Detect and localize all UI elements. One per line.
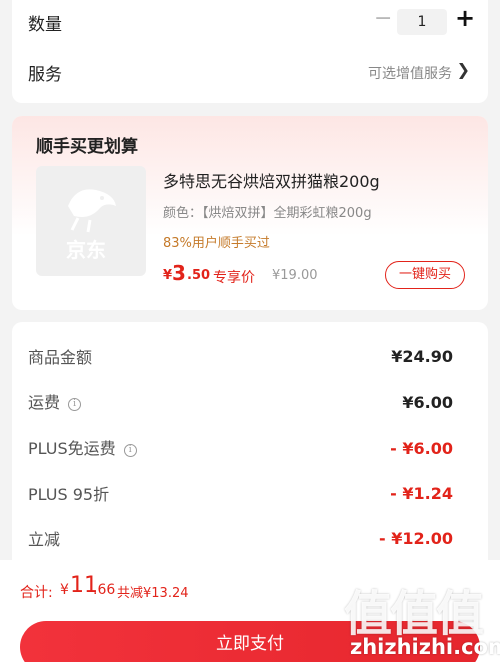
- quantity-field[interactable]: 1: [397, 9, 447, 35]
- amount-row-label: 运费 i: [28, 389, 82, 413]
- social-proof: 83%用户顺手买过: [163, 236, 270, 251]
- amount-row-label: 立减: [28, 526, 60, 550]
- amount-row-label: 商品金额: [28, 344, 92, 368]
- exclusive-price-tag: 专享价: [213, 270, 255, 286]
- product-variant: 颜色：【烘焙双拼】全期彩虹粮200g: [163, 206, 372, 221]
- info-icon[interactable]: i: [123, 444, 137, 457]
- total-decimal: .66: [93, 582, 116, 598]
- total-currency: ¥: [60, 582, 69, 598]
- plus-free-shipping-label: PLUS免运费: [28, 439, 116, 458]
- instant-discount-value: - ¥12.00: [379, 529, 453, 548]
- product-image[interactable]: 京东: [36, 166, 146, 276]
- add-on-promo-card: 顺手买更划算 京东 多特思无谷烘焙双拼猫粮200g 颜色：【烘焙双拼】全期彩虹粮…: [12, 116, 488, 310]
- amount-summary-card: 商品金额 ¥24.90 运费 i ¥6.00 PLUS免运费 i - ¥6.00 P…: [12, 322, 488, 582]
- service-selector[interactable]: 可选增值服务: [368, 63, 452, 83]
- chevron-right-icon[interactable]: ❯: [457, 60, 470, 79]
- plus-discount-value: - ¥1.24: [390, 484, 453, 503]
- goods-amount-label: 商品金额: [28, 348, 93, 367]
- watermark-site: zhizhizhi.com: [350, 635, 500, 659]
- price-integer: 3: [172, 261, 186, 285]
- shipping-label: 运费: [28, 393, 61, 412]
- info-icon[interactable]: i: [68, 398, 82, 411]
- promo-title: 顺手买更划算: [36, 137, 138, 157]
- amount-row-label: PLUS 95折: [28, 481, 109, 505]
- original-price: ¥19.00: [272, 268, 318, 283]
- quantity-decrease-button[interactable]: −: [374, 8, 392, 30]
- service-label: 服务: [28, 65, 62, 85]
- quantity-increase-button[interactable]: +: [455, 5, 475, 31]
- goods-amount-value: ¥24.90: [391, 347, 453, 366]
- price-currency: ¥: [163, 268, 173, 283]
- product-image-watermark: 京东: [66, 238, 106, 262]
- plus-free-shipping-value: - ¥6.00: [390, 439, 453, 458]
- product-name[interactable]: 多特思无谷烘焙双拼猫粮200g: [163, 168, 380, 192]
- quantity-service-card: 数量 − 1 + 服务 可选增值服务 ❯: [12, 0, 488, 103]
- price-decimal: .50: [187, 268, 211, 283]
- jd-dog-icon: [68, 189, 116, 233]
- quantity-label: 数量: [28, 15, 62, 35]
- instant-discount-label: 立减: [28, 530, 61, 549]
- total-label: 合计:: [20, 585, 53, 601]
- one-click-buy-button[interactable]: 一键购买: [385, 261, 465, 289]
- shipping-value: ¥6.00: [402, 393, 453, 412]
- amount-row-label: PLUS免运费 i: [28, 435, 137, 459]
- watermark-logo: 值值值: [344, 586, 484, 642]
- plus-discount-label: PLUS 95折: [28, 485, 110, 504]
- total-savings: 共减¥13.24: [117, 586, 189, 601]
